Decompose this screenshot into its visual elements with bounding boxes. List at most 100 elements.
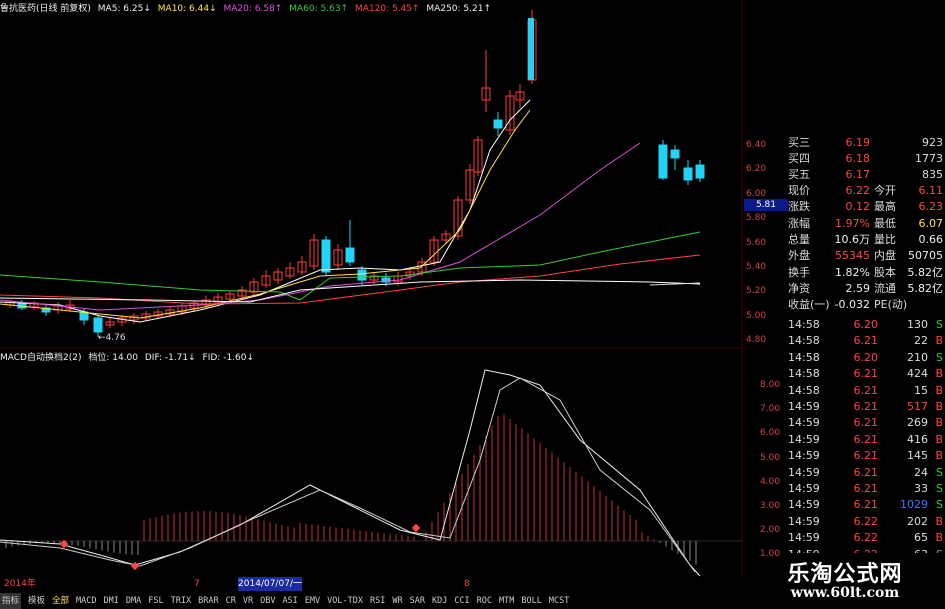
macd-axis-label: 3.00 [760, 501, 781, 511]
tab-vol-tdx[interactable]: VOL-TDX [327, 593, 363, 609]
tab-kdj[interactable]: KDJ [432, 593, 447, 609]
quote-value: 10.6万 [834, 232, 871, 246]
quote-row: 收益(一) -0.032 PE(动) [788, 297, 945, 313]
trade-tick-row: 14:58 6.21 15 B [788, 383, 945, 399]
tick-volume: 416 [907, 432, 928, 446]
quote-value: 1.82% [835, 265, 870, 279]
watermark: 乐淘公式网 www.60lt.com [745, 553, 945, 609]
macd-signal-marker [130, 561, 140, 571]
tab-boll[interactable]: BOLL [521, 593, 541, 609]
ma5-line [0, 99, 531, 323]
tick-price: 6.21 [853, 334, 879, 348]
bid-price: 6.19 [845, 136, 871, 149]
quote-label-2: 股本 [874, 265, 896, 279]
tab-全部[interactable]: 全部 [52, 593, 69, 609]
bid-label: 买四 [788, 152, 810, 165]
tick-time: 14:58 [788, 350, 820, 364]
trade-tick-row: 14:59 6.21 416 B [788, 432, 945, 448]
ma-legend: 鲁抗医药(日线 前复权) MA5: 6.25↓ MA10: 6.44↓ MA20… [0, 0, 495, 18]
quote-label: 现价 [788, 184, 810, 197]
tick-side: S [936, 465, 943, 479]
macd-axis-label: 8.00 [760, 380, 781, 390]
tick-side: B [935, 531, 943, 545]
quote-value: 6.22 [845, 184, 871, 197]
trade-tick-row: 14:58 6.21 424 B [788, 366, 945, 382]
tick-price: 6.22 [853, 514, 879, 528]
tab-macd[interactable]: MACD [76, 593, 96, 609]
macd-fid: FID: -1.60↓ [202, 353, 255, 363]
tab-sar[interactable]: SAR [410, 593, 425, 609]
tick-time: 14:59 [788, 498, 820, 512]
macd-dea-line [0, 377, 696, 573]
quote-value: 0.12 [845, 200, 871, 214]
trade-tick-row: 14:59 6.21 1029 S [788, 497, 945, 513]
tick-time: 14:59 [788, 400, 820, 413]
candle-body [658, 144, 668, 179]
tab-cr[interactable]: CR [226, 593, 236, 609]
tab-obv[interactable]: OBV [260, 593, 275, 609]
bid-price: 6.18 [845, 152, 871, 165]
quote-label-2: 最低 [874, 216, 896, 230]
macd-signal-marker [411, 523, 421, 533]
bid-volume: 923 [922, 136, 943, 149]
tab-trix[interactable]: TRIX [171, 593, 191, 609]
candle-body [79, 311, 89, 321]
quote-value-2: 50705 [908, 249, 943, 263]
tick-price: 6.21 [853, 400, 879, 413]
ma20-label: MA20: 6.58↑ [223, 4, 283, 14]
quote-value: 2.59 [845, 281, 871, 295]
tick-time: 14:58 [788, 318, 820, 331]
candle-body [93, 317, 103, 333]
bid-volume: 1773 [915, 152, 943, 165]
tab-模板[interactable]: 模板 [28, 593, 45, 609]
tick-time: 14:59 [788, 449, 820, 463]
macd-axis-label: 1.00 [760, 549, 781, 560]
current-price-tag: 5.81 [744, 199, 788, 211]
quote-value: 1.97% [835, 216, 870, 230]
candle-body [321, 239, 331, 273]
tab-dma[interactable]: DMA [126, 593, 141, 609]
candle-body [695, 164, 705, 179]
price-axis-label: 6.00 [746, 188, 767, 199]
tab-mcst[interactable]: MCST [549, 593, 569, 609]
trade-tick-row: 14:58 6.20 130 S [788, 317, 945, 333]
macd-level: 档位: 14.00 [88, 353, 138, 363]
date-label-year: 2014年 [4, 579, 36, 589]
tick-side: B [935, 416, 943, 430]
macd-legend: MACD自动换档2(2) 档位: 14.00 DIF: -1.71↓ FID: … [0, 350, 258, 366]
low-price-marker: ←4.76 [98, 333, 126, 343]
tick-side: S [936, 318, 943, 331]
quote-row: 涨跌 0.12 最高 6.23 [788, 199, 945, 215]
tick-volume: 15 [914, 383, 928, 397]
tab-mtm[interactable]: MTM [499, 593, 514, 609]
tab-dmi[interactable]: DMI [104, 593, 119, 609]
tick-time: 14:59 [788, 482, 820, 495]
tick-side: B [935, 367, 943, 381]
tick-side: B [935, 432, 943, 446]
tick-side: B [935, 334, 943, 348]
tab-wr[interactable]: WR [392, 593, 402, 609]
quote-label: 换手 [788, 265, 810, 279]
tick-side: B [935, 400, 943, 413]
tab-vr[interactable]: VR [243, 593, 253, 609]
tab-brar[interactable]: BRAR [198, 593, 218, 609]
candle-body [493, 119, 503, 129]
quote-value: 55345 [835, 249, 870, 263]
tick-time: 14:59 [788, 514, 820, 528]
bid-label: 买三 [788, 136, 810, 149]
tab-指标[interactable]: 指标 [0, 593, 22, 609]
tab-asi[interactable]: ASI [282, 593, 297, 609]
tab-cci[interactable]: CCI [454, 593, 469, 609]
quote-value: -0.032 [834, 298, 870, 312]
tick-time: 14:59 [788, 432, 820, 446]
tab-fsl[interactable]: FSL [148, 593, 163, 609]
tick-volume: 145 [907, 449, 928, 463]
tab-rsi[interactable]: RSI [370, 593, 385, 609]
tick-price: 6.21 [853, 432, 879, 446]
trade-tick-row: 14:59 6.21 24 S [788, 465, 945, 481]
price-axis-label: 5.80 [746, 213, 767, 224]
tab-roc[interactable]: ROC [477, 593, 492, 609]
macd-axis-label: 7.00 [760, 404, 781, 415]
tick-time: 14:58 [788, 367, 820, 381]
tab-emv[interactable]: EMV [305, 593, 320, 609]
